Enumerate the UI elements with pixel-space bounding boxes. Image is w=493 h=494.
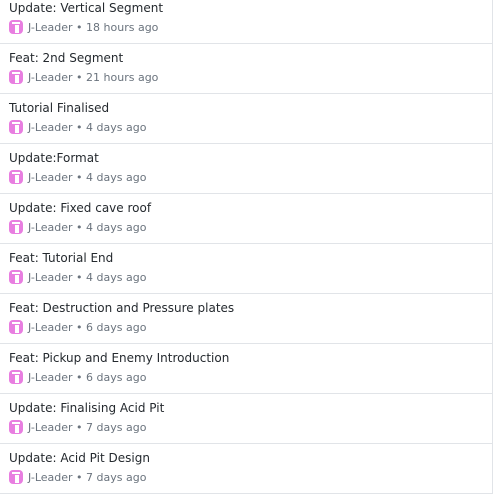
separator-dot: •: [72, 320, 87, 334]
commit-time: 6 days ago: [86, 370, 147, 384]
commit-meta: J-Leader • 4 days ago: [9, 170, 146, 184]
commit-time: 4 days ago: [86, 120, 147, 134]
commit-title: Tutorial Finalised: [9, 101, 110, 115]
commit-time: 4 days ago: [86, 270, 147, 284]
commit-author: J-Leader: [28, 370, 73, 384]
commit-author: J-Leader: [28, 70, 73, 84]
separator-dot: •: [72, 420, 87, 434]
commit-author: J-Leader: [28, 170, 73, 184]
commit-time: 7 days ago: [86, 470, 147, 484]
commit-time: 7 days ago: [86, 420, 147, 434]
commit-time: 6 days ago: [86, 320, 147, 334]
commit-author: J-Leader: [28, 220, 73, 234]
separator-dot: •: [72, 170, 87, 184]
commit-time: 4 days ago: [86, 220, 147, 234]
commit-author: J-Leader: [28, 120, 73, 134]
commit-list-item[interactable]: Feat: Tutorial End J-Leader • 4 days ago: [0, 244, 492, 294]
avatar-icon: [9, 420, 23, 434]
separator-dot: •: [72, 20, 87, 34]
commit-title: Update: Vertical Segment: [9, 1, 164, 15]
separator-dot: •: [72, 470, 87, 484]
commit-meta: J-Leader • 6 days ago: [9, 320, 146, 334]
commit-author: J-Leader: [28, 320, 73, 334]
commit-title: Feat: Tutorial End: [9, 251, 114, 265]
commit-meta: J-Leader • 21 hours ago: [9, 70, 158, 84]
avatar-icon: [9, 20, 23, 34]
commit-list-item[interactable]: Feat: 2nd Segment J-Leader • 21 hours ago: [0, 44, 492, 94]
commit-author: J-Leader: [28, 270, 73, 284]
commit-author: J-Leader: [28, 470, 73, 484]
commit-meta: J-Leader • 4 days ago: [9, 270, 146, 284]
commit-meta: J-Leader • 4 days ago: [9, 220, 146, 234]
avatar-icon: [9, 320, 23, 334]
avatar-icon: [9, 170, 23, 184]
commit-meta: J-Leader • 7 days ago: [9, 470, 146, 484]
separator-dot: •: [72, 270, 87, 284]
commit-title: Update: Finalising Acid Pit: [9, 401, 165, 415]
avatar-icon: [9, 370, 23, 384]
commit-title: Feat: Pickup and Enemy Introduction: [9, 351, 230, 365]
commit-list-item[interactable]: Feat: Pickup and Enemy Introduction J-Lea…: [0, 344, 492, 394]
separator-dot: •: [72, 70, 87, 84]
avatar-icon: [9, 470, 23, 484]
commit-title: Update: Fixed cave roof: [9, 201, 152, 215]
avatar-icon: [9, 270, 23, 284]
separator-dot: •: [72, 370, 87, 384]
commit-list-item[interactable]: Feat: Destruction and Pressure plates J-L…: [0, 294, 492, 344]
separator-dot: •: [72, 220, 87, 234]
commit-time: 18 hours ago: [86, 20, 159, 34]
commit-history-list: Update: Vertical Segment J-Leader • 18 ho…: [0, 0, 493, 494]
avatar-icon: [9, 220, 23, 234]
commit-author: J-Leader: [28, 20, 73, 34]
commit-title: Feat: 2nd Segment: [9, 51, 124, 65]
commit-title: Feat: Destruction and Pressure plates: [9, 301, 235, 315]
commit-list-item[interactable]: Update: Vertical Segment J-Leader • 18 ho…: [0, 0, 492, 44]
commit-list-item[interactable]: Update:Format J-Leader • 4 days ago: [0, 144, 492, 194]
commit-list-item[interactable]: Update: Acid Pit Design J-Leader • 7 days…: [0, 444, 492, 494]
commit-meta: J-Leader • 18 hours ago: [9, 20, 158, 34]
commit-list-item[interactable]: Tutorial Finalised J-Leader • 4 days ago: [0, 94, 492, 144]
commit-list-item[interactable]: Update: Fixed cave roof J-Leader • 4 days…: [0, 194, 492, 244]
commit-list-item[interactable]: Update: Finalising Acid Pit J-Leader • 7 …: [0, 394, 492, 444]
commit-meta: J-Leader • 4 days ago: [9, 120, 146, 134]
commit-meta: J-Leader • 6 days ago: [9, 370, 146, 384]
separator-dot: •: [72, 120, 87, 134]
avatar-icon: [9, 70, 23, 84]
commit-title: Update:Format: [9, 151, 99, 165]
commit-author: J-Leader: [28, 420, 73, 434]
commit-time: 4 days ago: [86, 170, 147, 184]
commit-time: 21 hours ago: [86, 70, 159, 84]
commit-title: Update: Acid Pit Design: [9, 451, 150, 465]
avatar-icon: [9, 120, 23, 134]
commit-meta: J-Leader • 7 days ago: [9, 420, 146, 434]
